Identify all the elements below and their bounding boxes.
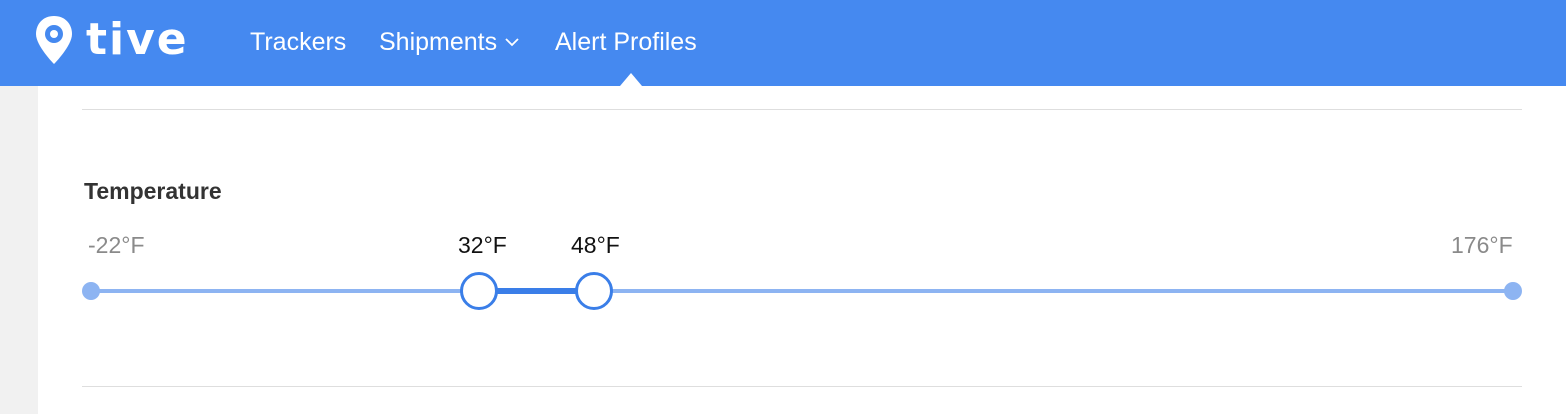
temperature-high-value-label: 48°F [571, 232, 620, 258]
slider-min-endpoint [82, 282, 100, 300]
active-tab-indicator [620, 73, 642, 86]
temperature-low-value-label: 32°F [458, 232, 507, 258]
tive-logo[interactable]: tive [34, 14, 189, 66]
temperature-max-label: 176°F [1451, 232, 1513, 258]
nav-shipments[interactable]: Shipments [379, 24, 519, 60]
page: tive Trackers Shipments Alert Profiles T… [0, 0, 1566, 414]
top-navbar: tive Trackers Shipments Alert Profiles [0, 0, 1566, 86]
chevron-down-icon [505, 38, 519, 47]
nav-alert-profiles[interactable]: Alert Profiles [555, 24, 697, 60]
left-gutter [0, 86, 38, 414]
location-pin-icon [36, 16, 72, 64]
temperature-section-title: Temperature [84, 178, 222, 204]
nav-shipments-label: Shipments [379, 28, 498, 56]
nav-trackers[interactable]: Trackers [250, 24, 346, 60]
slider-max-endpoint [1504, 282, 1522, 300]
temperature-min-label: -22°F [88, 232, 145, 258]
section-divider-top [82, 109, 1522, 110]
temperature-range-slider[interactable] [82, 270, 1522, 312]
section-divider-bottom [82, 386, 1522, 387]
slider-low-thumb[interactable] [459, 272, 498, 310]
slider-high-thumb[interactable] [574, 272, 613, 310]
slider-track[interactable] [91, 289, 1513, 293]
logo-wordmark: tive [86, 14, 189, 65]
